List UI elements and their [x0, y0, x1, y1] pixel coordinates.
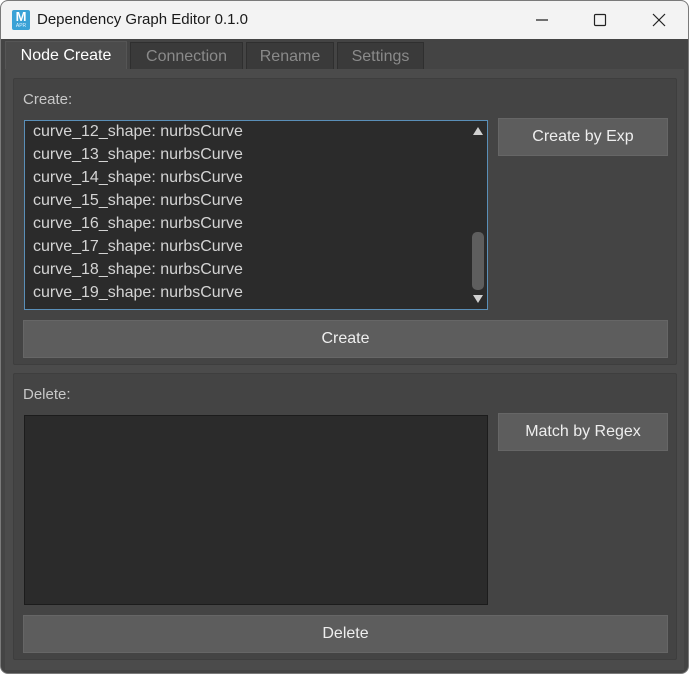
delete-label: Delete:	[23, 386, 71, 403]
scroll-up-arrow-icon[interactable]	[473, 127, 483, 135]
tab-connection[interactable]: Connection	[130, 42, 243, 69]
maximize-icon	[593, 13, 607, 27]
list-item[interactable]: curve_13_shape: nurbsCurve	[33, 145, 243, 165]
scroll-down-arrow-icon[interactable]	[473, 295, 483, 303]
tab-content-node-create: Create: curve_12_shape: nurbsCurve curve…	[5, 69, 684, 670]
tab-settings[interactable]: Settings	[337, 42, 424, 69]
window-title: Dependency Graph Editor 0.1.0	[37, 11, 248, 28]
create-list-scrollbar[interactable]	[470, 122, 486, 308]
delete-list[interactable]	[24, 415, 488, 605]
list-item[interactable]: curve_18_shape: nurbsCurve	[33, 260, 243, 280]
match-by-regex-button[interactable]: Match by Regex	[498, 413, 668, 451]
tab-bar: Node Create Connection Rename Settings	[1, 39, 688, 69]
create-by-exp-button[interactable]: Create by Exp	[498, 118, 668, 156]
create-group: Create: curve_12_shape: nurbsCurve curve…	[13, 78, 677, 365]
list-item[interactable]: curve_12_shape: nurbsCurve	[33, 122, 243, 142]
list-item[interactable]: curve_17_shape: nurbsCurve	[33, 237, 243, 257]
scroll-thumb[interactable]	[472, 232, 484, 290]
delete-button[interactable]: Delete	[23, 615, 668, 653]
list-item[interactable]: curve_15_shape: nurbsCurve	[33, 191, 243, 211]
minimize-button[interactable]	[513, 1, 571, 39]
tab-rename[interactable]: Rename	[246, 42, 334, 69]
maximize-button[interactable]	[571, 1, 629, 39]
minimize-icon	[536, 19, 548, 21]
create-label: Create:	[23, 91, 73, 108]
app-icon-letter: M	[15, 9, 27, 24]
title-bar[interactable]: M APR Dependency Graph Editor 0.1.0	[1, 1, 688, 39]
delete-group: Delete: Match by Regex Delete	[13, 373, 677, 660]
app-window: M APR Dependency Graph Editor 0.1.0 Node…	[0, 0, 689, 674]
create-list[interactable]: curve_12_shape: nurbsCurve curve_13_shap…	[24, 120, 488, 310]
close-icon	[652, 13, 666, 27]
create-button[interactable]: Create	[23, 320, 668, 358]
list-item[interactable]: curve_16_shape: nurbsCurve	[33, 214, 243, 234]
maya-app-icon: M APR	[12, 10, 30, 30]
app-icon-sub: APR	[15, 23, 27, 29]
list-item[interactable]: curve_14_shape: nurbsCurve	[33, 168, 243, 188]
close-button[interactable]	[630, 1, 688, 39]
tab-node-create[interactable]: Node Create	[5, 41, 127, 69]
list-item[interactable]: curve_19_shape: nurbsCurve	[33, 283, 243, 303]
